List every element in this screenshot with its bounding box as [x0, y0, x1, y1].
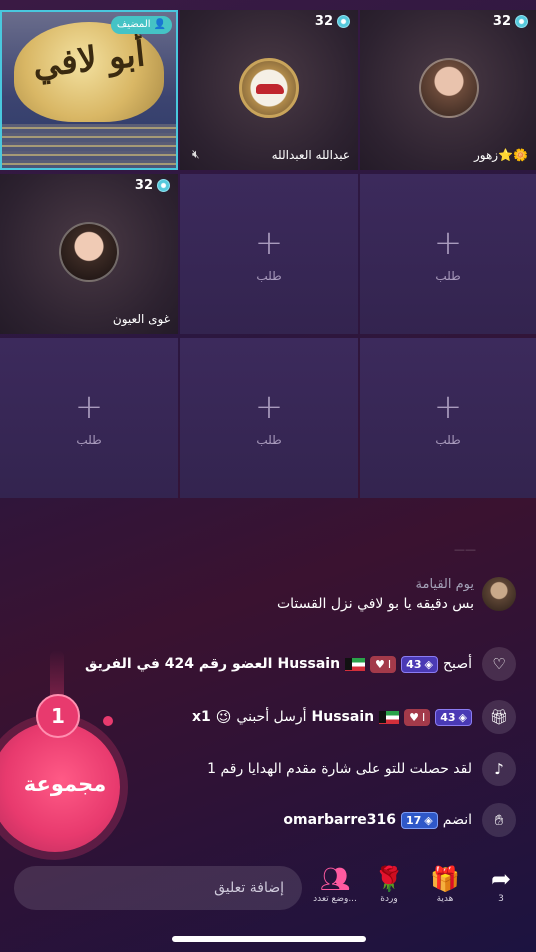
coin-icon: [337, 15, 350, 28]
multi-guest-icon: 👥︎: [319, 865, 351, 893]
share-button[interactable]: ➦ 3: [473, 864, 529, 904]
love-me-gift-icon: 😉: [215, 708, 232, 726]
heart-fill-icon: ♥: [375, 657, 385, 671]
host-cover-reflection: [2, 124, 176, 168]
request-label: طلب: [435, 269, 461, 283]
fan-heart-badge: ♥ I: [370, 655, 397, 673]
comment-input[interactable]: إضافة تعليق: [14, 866, 302, 910]
rose-button[interactable]: 🌹 وردة: [361, 864, 417, 904]
plus-icon: +: [254, 223, 284, 263]
fan-heart-badge: ♥ I: [404, 708, 431, 726]
action-label: وردة: [380, 894, 398, 904]
share-count: 3: [498, 894, 504, 904]
seat-score: 32: [493, 14, 528, 29]
car-icon: [256, 84, 284, 94]
request-label: طلب: [435, 433, 461, 447]
heart-icon: ♡: [482, 647, 516, 681]
chat-username[interactable]: يوم القيامة: [277, 577, 474, 592]
chat-event-team: ♡ أصبح 43 ◈ ♥ I Hussain العضو رقم 424 في…: [85, 647, 516, 681]
chat-event-gift: 🎁︎ 43 ◈ ♥ I Hussain أرسل أحبني 😉 x1: [192, 700, 516, 734]
mic-muted-icon: 🔇︎: [192, 147, 200, 161]
chat-event-badge: ♪ لقد حصلت للتو على شارة مقدم الهدايا رق…: [207, 752, 516, 786]
chat-text: بس دقيقه يا بو لافي نزل القستات: [276, 596, 474, 612]
empty-seat-request[interactable]: + طلب: [0, 338, 178, 498]
seat-username: عبدالله العبدالله: [271, 148, 350, 162]
level-value: 17: [405, 813, 422, 827]
gift-box-icon: 🎁: [430, 865, 460, 893]
guest-seat-3[interactable]: 32 غوى العيون: [0, 174, 178, 334]
faded-previous-message: ——: [454, 543, 476, 556]
seat-username: غوى العيون: [112, 312, 170, 326]
seat-score: 32: [315, 14, 350, 29]
avatar: [59, 222, 119, 282]
guest-seat-2[interactable]: 32 زهور⭐🌼: [360, 10, 536, 170]
group-dot: [103, 716, 113, 726]
tiktok-icon: ♪: [482, 752, 516, 786]
group-label[interactable]: مجموعة: [10, 772, 120, 796]
seat-username: زهور⭐🌼: [473, 148, 528, 162]
level-value: 43: [440, 710, 456, 724]
seat-score: 32: [135, 178, 170, 193]
request-label: طلب: [76, 433, 102, 447]
empty-seat-request[interactable]: + طلب: [180, 174, 358, 334]
gift-icon: 🎁︎: [482, 700, 516, 734]
seat-score-value: 32: [314, 14, 333, 29]
share-icon: ➦: [490, 865, 512, 893]
diamond-icon: ◈: [424, 813, 433, 827]
plus-icon: +: [254, 387, 284, 427]
diamond-icon: ◈: [424, 657, 433, 671]
home-indicator[interactable]: [172, 936, 366, 942]
coin-icon: [157, 179, 170, 192]
event-prefix: انضم: [442, 812, 472, 828]
avatar: [239, 58, 299, 118]
diamond-icon: ◈: [458, 710, 467, 724]
group-count-badge: 1: [36, 694, 80, 738]
rose-icon: 🌹: [374, 865, 404, 893]
guest-seat-grid: أبو لافي المضيف 👤 32 عبدالله العبدالله 🔇…: [0, 10, 536, 500]
event-prefix: أصبح: [442, 656, 472, 672]
kuwait-flag-icon: [379, 710, 400, 724]
host-badge-label: المضيف: [116, 19, 151, 30]
event-username[interactable]: Hussain: [312, 709, 375, 725]
request-label: طلب: [256, 269, 282, 283]
gift-count: x1: [192, 709, 211, 725]
kuwait-flag-icon: [345, 657, 366, 671]
action-label: هدية: [436, 894, 454, 904]
fan-level: I: [387, 657, 392, 671]
action-label: وضع تعدد...: [313, 894, 357, 904]
coin-icon: [515, 15, 528, 28]
empty-seat-request[interactable]: + طلب: [360, 174, 536, 334]
event-username[interactable]: Hussain: [277, 656, 340, 672]
plus-icon: +: [74, 387, 104, 427]
heart-fill-icon: ♥: [409, 710, 419, 724]
multi-guest-button[interactable]: 👥︎ وضع تعدد...: [307, 864, 363, 904]
level-badge: 17 ◈: [400, 811, 438, 829]
level-badge: 43 ◈: [401, 655, 438, 673]
level-value: 43: [406, 657, 422, 671]
event-suffix: العضو رقم 424 في الفريق: [84, 656, 273, 672]
seat-score-value: 32: [134, 178, 153, 193]
empty-seat-request[interactable]: + طلب: [360, 338, 536, 498]
wave-icon: ✋︎: [482, 803, 516, 837]
avatar: [419, 58, 479, 118]
event-text: لقد حصلت للتو على شارة مقدم الهدايا رقم …: [207, 761, 472, 777]
host-badge: المضيف 👤: [110, 16, 172, 34]
plus-icon: +: [433, 223, 463, 263]
level-badge: 43 ◈: [435, 708, 472, 726]
guest-seat-1[interactable]: 32 عبدالله العبدالله 🔇︎: [180, 10, 358, 170]
seat-score-value: 32: [492, 14, 511, 29]
chat-event-join: ✋︎ انضم 17 ◈ omarbarre316: [283, 803, 516, 837]
chat-message[interactable]: يوم القيامة بس دقيقه يا بو لافي نزل القس…: [277, 577, 516, 612]
plus-icon: +: [433, 387, 463, 427]
event-username[interactable]: omarbarre316: [283, 812, 396, 828]
gift-button[interactable]: 🎁 هدية: [417, 864, 473, 904]
request-label: طلب: [256, 433, 282, 447]
avatar[interactable]: [482, 577, 516, 611]
fan-level: I: [421, 710, 426, 724]
person-icon: 👤: [153, 19, 166, 30]
event-suffix: أرسل أحبني: [236, 709, 307, 725]
empty-seat-request[interactable]: + طلب: [180, 338, 358, 498]
host-seat[interactable]: أبو لافي المضيف 👤: [0, 10, 178, 170]
